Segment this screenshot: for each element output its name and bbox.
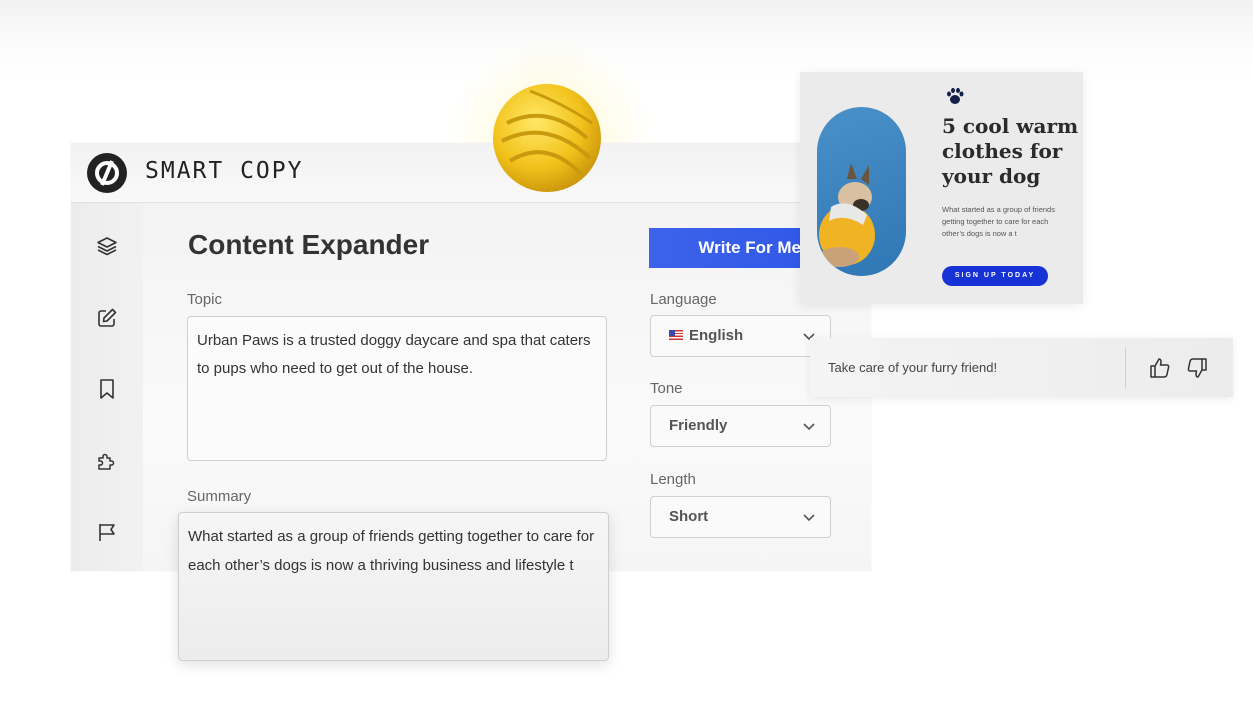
promo-title: 5 cool warm clothes for your dog <box>942 114 1079 188</box>
page-title: Content Expander <box>188 229 430 260</box>
dog-image <box>817 107 906 276</box>
feedback-bar: Take care of your furry friend! <box>810 338 1233 397</box>
thumbs-down-icon[interactable] <box>1185 356 1209 380</box>
summary-label: Summary <box>187 488 252 505</box>
chevron-down-icon <box>803 423 815 431</box>
topic-label: Topic <box>187 291 223 308</box>
length-value: Short <box>669 508 709 525</box>
summary-output[interactable]: What started as a group of friends getti… <box>178 512 609 661</box>
promo-body: What started as a group of friends getti… <box>942 205 1055 238</box>
feedback-divider <box>1125 348 1126 388</box>
language-label: Language <box>650 291 717 308</box>
app-window: SMART COPY Content Expander Topic Urban … <box>71 143 871 571</box>
us-flag-icon <box>669 330 683 340</box>
promo-card: 5 cool warm clothes for your dog What st… <box>800 72 1083 304</box>
sidebar <box>71 203 143 571</box>
tone-select[interactable]: Friendly <box>650 405 831 447</box>
tone-label: Tone <box>650 380 683 397</box>
topic-input[interactable]: Urban Paws is a trusted doggy daycare an… <box>187 316 607 461</box>
feedback-suggestion: Take care of your furry friend! <box>828 360 998 375</box>
puzzle-icon[interactable] <box>95 449 119 473</box>
length-label: Length <box>650 471 696 488</box>
app-header: SMART COPY <box>71 143 871 203</box>
ball-decoration <box>493 84 601 192</box>
bookmark-icon[interactable] <box>95 377 119 401</box>
paw-icon <box>947 88 964 104</box>
language-value: English <box>689 327 744 344</box>
chevron-down-icon <box>803 514 815 522</box>
language-select[interactable]: English <box>650 315 831 357</box>
brand-name: SMART COPY <box>145 158 304 184</box>
logo-icon <box>87 153 127 193</box>
sign-up-button[interactable]: SIGN UP TODAY <box>942 266 1048 286</box>
tone-value: Friendly <box>669 417 728 434</box>
thumbs-up-icon[interactable] <box>1148 356 1172 380</box>
flag-icon[interactable] <box>95 520 119 544</box>
edit-icon[interactable] <box>95 306 119 330</box>
layers-icon[interactable] <box>95 234 119 258</box>
length-select[interactable]: Short <box>650 496 831 538</box>
